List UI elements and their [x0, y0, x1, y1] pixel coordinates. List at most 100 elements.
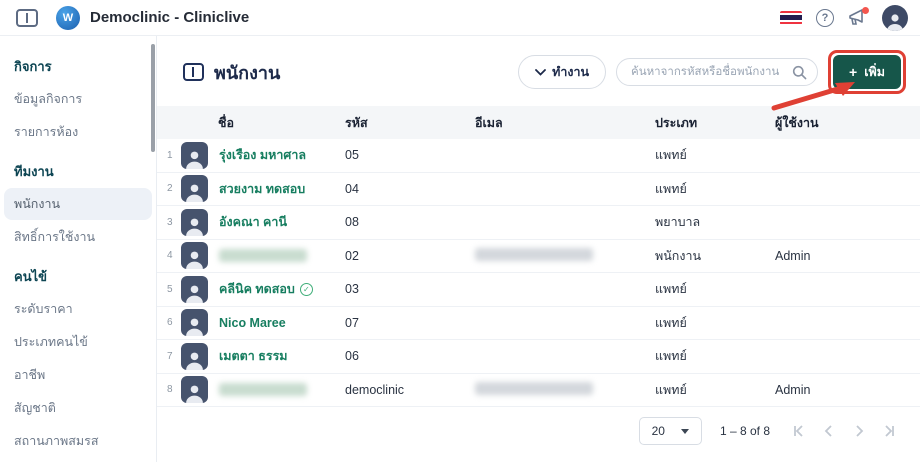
- blurred-email: [475, 248, 593, 261]
- caret-down-icon: [681, 429, 689, 434]
- last-page-icon[interactable]: [882, 424, 896, 438]
- sidebar-item[interactable]: ประเภทคนไข้: [4, 326, 152, 358]
- add-employee-button[interactable]: + เพิ่ม: [833, 55, 901, 89]
- person-icon: [184, 315, 205, 336]
- sidebar-item[interactable]: ข้อมูลกิจการ: [4, 83, 152, 115]
- page-size-select[interactable]: 20: [639, 417, 702, 445]
- column-header-email[interactable]: อีเมล: [475, 113, 655, 133]
- pagination-range: 1 – 8 of 8: [720, 424, 770, 438]
- employee-name-text: รุ่งเรือง มหาศาล: [219, 145, 306, 165]
- employee-type: แพทย์: [655, 279, 775, 299]
- employee-name-text: Nico Maree: [219, 316, 286, 330]
- table-row[interactable]: 402พนักงานAdmin: [157, 240, 920, 274]
- avatar: [181, 343, 208, 370]
- sidebar-item[interactable]: พนักงาน: [4, 188, 152, 220]
- main-content: พนักงาน ทำงาน + เพิ่ม: [157, 36, 920, 462]
- blurred-name: [219, 383, 307, 396]
- sidebar-item[interactable]: สถานภาพสมรส: [4, 425, 152, 457]
- notification-dot: [862, 7, 869, 14]
- sidebar-item[interactable]: สิทธิ์การใช้งาน: [4, 221, 152, 253]
- prev-page-icon[interactable]: [822, 424, 836, 438]
- employee-name[interactable]: อังคณา คานี: [219, 212, 287, 232]
- table-row[interactable]: 8democlinicแพทย์Admin: [157, 374, 920, 408]
- row-number: 4: [167, 250, 178, 261]
- employee-code: 03: [345, 282, 475, 296]
- employee-name[interactable]: คลีนิค ทดสอบ✓: [219, 279, 313, 299]
- sidebar-nav: กิจการข้อมูลกิจการรายการห้องทีมงานพนักงา…: [0, 36, 157, 462]
- employee-type: แพทย์: [655, 313, 775, 333]
- employee-user-role: Admin: [775, 249, 920, 263]
- employee-name[interactable]: [219, 383, 307, 396]
- help-icon[interactable]: ?: [816, 9, 834, 27]
- table-row[interactable]: 2สวยงาม ทดสอบ04แพทย์: [157, 173, 920, 207]
- employee-name[interactable]: เมตตา ธรรม: [219, 346, 288, 366]
- verified-badge-icon: ✓: [300, 283, 313, 296]
- employee-type: พยาบาล: [655, 212, 775, 232]
- search-icon: [792, 65, 807, 80]
- employee-code: 04: [345, 182, 475, 196]
- search-box: [616, 58, 818, 86]
- page-size-value: 20: [652, 424, 665, 438]
- sidebar-item[interactable]: ระดับราคา: [4, 293, 152, 325]
- first-page-icon[interactable]: [792, 424, 806, 438]
- row-number: 8: [167, 384, 178, 395]
- chevron-down-icon: [535, 69, 546, 76]
- table-row[interactable]: 6 Nico Maree 07 แพทย์: [157, 307, 920, 341]
- row-number: 3: [167, 217, 178, 228]
- table-row[interactable]: 3อังคณา คานี08พยาบาล: [157, 206, 920, 240]
- sidebar-item[interactable]: อาชีพ: [4, 359, 152, 391]
- avatar: [181, 242, 208, 269]
- table-row[interactable]: 1รุ่งเรือง มหาศาล05แพทย์: [157, 139, 920, 173]
- employee-code: 07: [345, 316, 475, 330]
- status-filter-dropdown[interactable]: ทำงาน: [518, 55, 606, 89]
- table-row[interactable]: 7เมตตา ธรรม06แพทย์: [157, 340, 920, 374]
- sidebar-item[interactable]: สัญชาติ: [4, 392, 152, 424]
- person-icon: [184, 349, 205, 370]
- announcement-icon[interactable]: [848, 9, 868, 27]
- plus-icon: +: [849, 65, 857, 79]
- search-input[interactable]: [616, 58, 818, 86]
- sidebar-item[interactable]: ศาสนา: [4, 458, 152, 462]
- table-row[interactable]: 5 คลีนิค ทดสอบ✓ 03 แพทย์: [157, 273, 920, 307]
- next-page-icon[interactable]: [852, 424, 866, 438]
- blurred-name: [219, 249, 307, 262]
- employee-email: [475, 382, 655, 398]
- employee-name[interactable]: สวยงาม ทดสอบ: [219, 179, 305, 199]
- employee-code: 05: [345, 148, 475, 162]
- user-avatar[interactable]: [882, 5, 908, 31]
- avatar: [181, 309, 208, 336]
- column-header-type[interactable]: ประเภท: [655, 113, 775, 133]
- sidebar-section-title: กิจการ: [0, 44, 156, 82]
- pagination: 20 1 – 8 of 8: [157, 407, 920, 445]
- sidebar-section-title: คนไข้: [0, 254, 156, 292]
- add-button-label: เพิ่ม: [864, 62, 885, 82]
- row-number: 5: [167, 284, 178, 295]
- blurred-email: [475, 382, 593, 395]
- sidebar-item[interactable]: รายการห้อง: [4, 116, 152, 148]
- employee-code: democlinic: [345, 383, 475, 397]
- employee-email: [475, 248, 655, 264]
- employee-name[interactable]: Nico Maree: [219, 316, 286, 330]
- language-flag-icon[interactable]: [780, 11, 802, 25]
- employee-type: พนักงาน: [655, 246, 775, 266]
- employee-name[interactable]: [219, 249, 307, 262]
- sidebar-section-title: ทีมงาน: [0, 149, 156, 187]
- employee-name-text: อังคณา คานี: [219, 212, 287, 232]
- column-header-user[interactable]: ผู้ใช้งาน: [775, 113, 920, 133]
- person-icon: [184, 181, 205, 202]
- row-number: 6: [167, 317, 178, 328]
- column-header-name[interactable]: ชื่อ: [157, 113, 345, 133]
- person-icon: [184, 148, 205, 169]
- sidebar-toggle-icon[interactable]: [16, 9, 38, 27]
- column-header-code[interactable]: รหัส: [345, 113, 475, 133]
- annotation-highlight-box: + เพิ่ม: [828, 50, 906, 94]
- status-filter-label: ทำงาน: [552, 62, 589, 82]
- person-icon: [184, 248, 205, 269]
- page-title: พนักงาน: [214, 58, 280, 87]
- avatar: [181, 376, 208, 403]
- avatar: [181, 142, 208, 169]
- employee-table-body: 1รุ่งเรือง มหาศาล05แพทย์2สวยงาม ทดสอบ04แ…: [157, 139, 920, 407]
- employee-name[interactable]: รุ่งเรือง มหาศาล: [219, 145, 306, 165]
- sidebar-scrollbar[interactable]: [151, 44, 155, 152]
- page-title-icon: [183, 63, 204, 81]
